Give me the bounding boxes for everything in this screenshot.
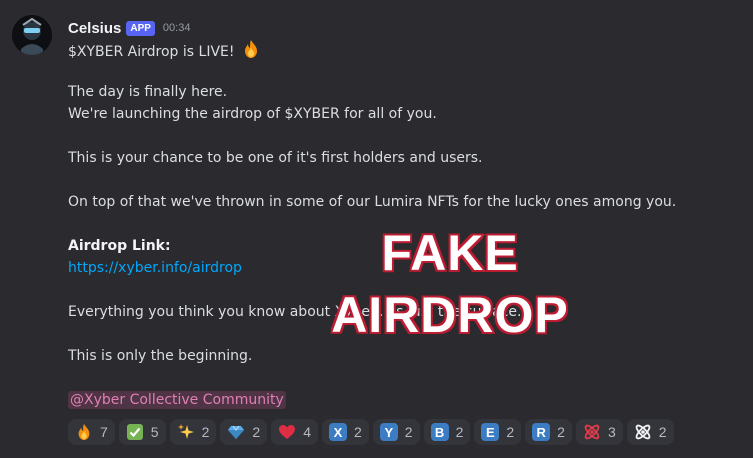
reaction-count: 2 <box>252 424 261 440</box>
role-mention[interactable]: @Xyber Collective Community <box>68 391 286 409</box>
reaction-gem[interactable]: 2 <box>220 419 268 445</box>
reaction-count: 7 <box>100 424 108 440</box>
message-header: Celsius APP 00:34 <box>68 18 190 38</box>
reaction-count: 2 <box>506 424 515 440</box>
reaction-count: 2 <box>455 424 464 440</box>
reaction-sparkles[interactable]: 2 <box>169 419 217 445</box>
reaction-letter-r[interactable]: R 2 <box>525 419 572 445</box>
message-line: We're launching the airdrop of $XYBER fo… <box>68 106 437 122</box>
reaction-count: 2 <box>557 424 565 440</box>
regional-indicator-r-icon: R <box>532 423 551 441</box>
regional-indicator-b-icon: B <box>430 423 449 441</box>
reaction-count: 3 <box>607 424 616 440</box>
white-atom-icon <box>633 422 653 442</box>
regional-indicator-e-icon: E <box>481 423 500 441</box>
reaction-heart[interactable]: 4 <box>271 419 318 445</box>
message-line: On top of that we've thrown in some of o… <box>68 194 677 210</box>
airdrop-link[interactable]: https://xyber.info/airdrop <box>68 259 242 277</box>
reaction-check[interactable]: 5 <box>118 419 166 445</box>
reaction-fire[interactable]: 7 <box>68 419 115 445</box>
author-name[interactable]: Celsius <box>68 20 121 37</box>
regional-indicator-x-icon: X <box>328 423 347 441</box>
sparkles-icon <box>176 422 196 442</box>
reaction-white-atom[interactable]: 2 <box>626 419 674 445</box>
reaction-letter-e[interactable]: E 2 <box>474 419 522 445</box>
reaction-count: 2 <box>404 424 413 440</box>
reaction-count: 2 <box>201 424 210 440</box>
reaction-count: 2 <box>658 424 667 440</box>
fire-icon <box>241 39 261 64</box>
check-mark-icon <box>125 422 145 442</box>
message-line: This is your chance to be one of it's fi… <box>68 150 483 166</box>
airdrop-link-label: Airdrop Link: <box>68 238 171 254</box>
fire-icon <box>74 422 94 442</box>
heart-icon <box>277 422 297 442</box>
reaction-count: 2 <box>353 424 362 440</box>
message-title: $XYBER Airdrop is LIVE! <box>68 39 261 64</box>
message-line: This is only the beginning. <box>68 348 253 364</box>
reaction-letter-b[interactable]: B 2 <box>423 419 471 445</box>
avatar[interactable] <box>12 15 52 55</box>
reaction-count: 4 <box>303 424 311 440</box>
reaction-red-atom[interactable]: 3 <box>575 419 623 445</box>
reactions-bar: 7 5 2 2 4 X 2 Y 2 B 2 E 2 R 2 3 2 <box>68 419 678 445</box>
reaction-letter-x[interactable]: X 2 <box>321 419 369 445</box>
reaction-count: 5 <box>150 424 159 440</box>
gem-icon <box>226 422 246 442</box>
fake-airdrop-warning: FAKE AIRDROP <box>330 224 570 345</box>
timestamp[interactable]: 00:34 <box>163 22 191 34</box>
reaction-letter-y[interactable]: Y 2 <box>372 419 420 445</box>
red-atom-icon <box>582 422 602 442</box>
regional-indicator-y-icon: Y <box>379 423 398 441</box>
title-text: $XYBER Airdrop is LIVE! <box>68 44 235 60</box>
message-line: The day is finally here. <box>68 84 228 100</box>
app-badge: APP <box>126 20 155 36</box>
